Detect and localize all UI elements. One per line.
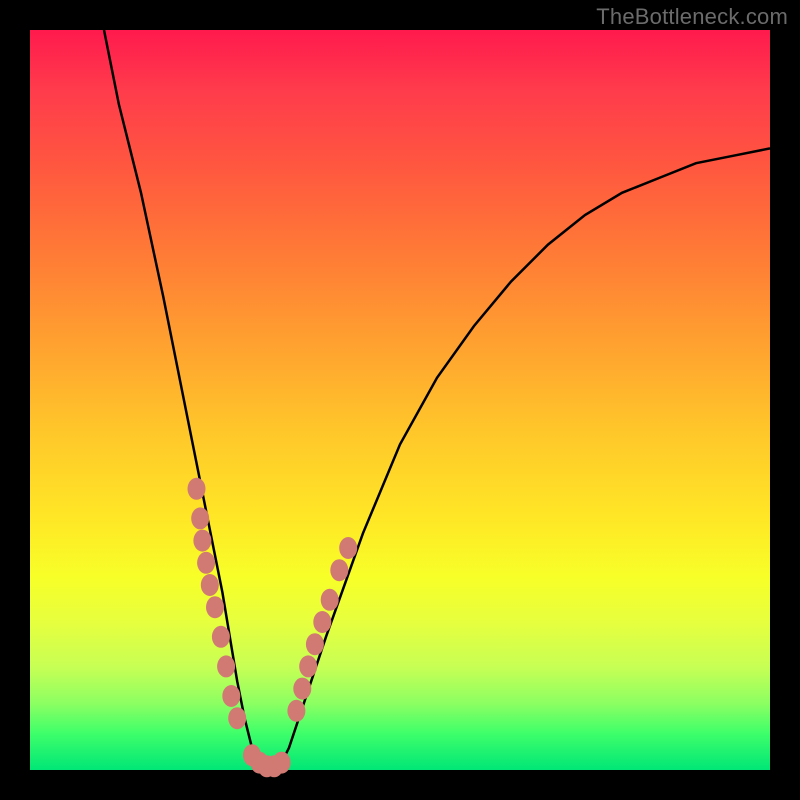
curve-marker [330,559,348,581]
curve-marker [273,752,291,774]
curve-marker [206,596,224,618]
curve-marker [339,537,357,559]
watermark-text: TheBottleneck.com [596,4,788,30]
plot-area [30,30,770,770]
curve-marker [313,611,331,633]
curve-marker [321,589,339,611]
curve-marker [287,700,305,722]
chart-svg [30,30,770,770]
bottleneck-curve [104,30,770,770]
curve-marker [222,685,240,707]
curve-marker [212,626,230,648]
curve-marker [293,678,311,700]
curve-markers [188,478,358,778]
curve-marker [306,633,324,655]
curve-marker [197,552,215,574]
curve-marker [217,655,235,677]
chart-frame: TheBottleneck.com [0,0,800,800]
curve-marker [201,574,219,596]
curve-marker [191,507,209,529]
curve-marker [228,707,246,729]
curve-marker [193,530,211,552]
curve-marker [188,478,206,500]
curve-marker [299,655,317,677]
